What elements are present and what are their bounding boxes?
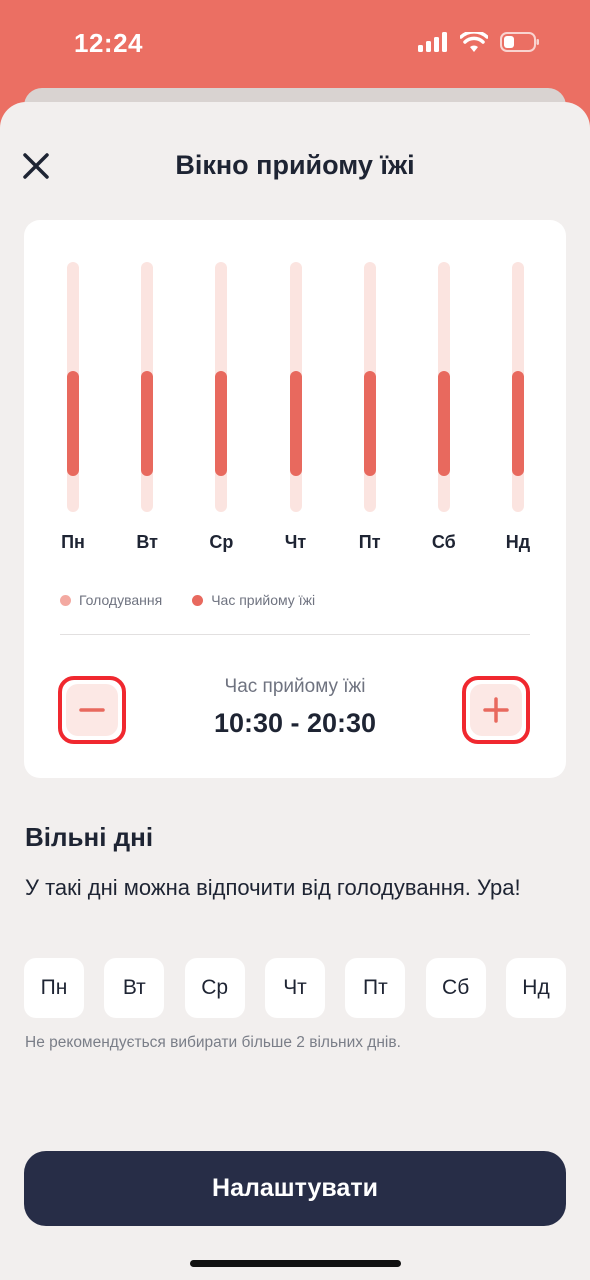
divider (60, 634, 530, 635)
free-day-chip[interactable]: Сб (425, 958, 486, 1018)
signal-icon (418, 32, 447, 52)
day-track-1 (141, 262, 154, 512)
status-bar: 12:24 (0, 0, 590, 90)
free-day-chip[interactable]: Вт (104, 958, 165, 1018)
configure-button[interactable]: Налаштувати (24, 1151, 566, 1226)
day-track-2 (215, 262, 228, 512)
chart-day-label: Сб (431, 532, 456, 552)
free-day-chip[interactable]: Пн (24, 958, 84, 1018)
chart-day-label: Чт (284, 532, 307, 552)
free-day-chip[interactable]: Ср (184, 958, 245, 1018)
day-track-4 (363, 262, 376, 512)
eating-window-bar-0 (67, 371, 79, 476)
chart-day-label: Вт (136, 532, 158, 552)
eating-window-bar-6 (512, 371, 524, 476)
eating-window-bar-4 (363, 371, 376, 476)
increase-button-inner (470, 684, 522, 736)
schedule-chart (24, 262, 566, 512)
free-day-chip[interactable]: Нд (506, 958, 566, 1018)
legend-fasting-dot (60, 594, 71, 606)
day-track-0 (67, 262, 79, 512)
legend-fasting: Голодування (60, 592, 162, 608)
increase-time-button[interactable] (462, 676, 530, 744)
status-icons (418, 32, 540, 52)
fasting-schedule-card: Пн Вт Ср Чт Пт Сб Нд Голодування Час прийому ї… (24, 220, 566, 778)
chart-day-label: Пн (61, 532, 85, 552)
battery-icon (500, 32, 539, 52)
chart-day-label: Пт (358, 532, 381, 552)
legend-fasting-label: Голодування (79, 592, 163, 608)
free-day-chip[interactable]: Пт (345, 958, 406, 1018)
plus-icon (483, 697, 509, 723)
free-days-title: Вільні дні (25, 822, 154, 852)
chart-legend: Голодування Час прийому їжі (60, 592, 315, 608)
legend-eating: Час прийому їжі (192, 592, 315, 608)
wifi-icon (460, 32, 488, 52)
eating-window-bar-5 (437, 371, 450, 476)
legend-eating-label: Час прийому їжі (211, 592, 316, 608)
free-days-note: Не рекомендується вибирати більше 2 віль… (25, 1034, 401, 1051)
home-indicator (190, 1260, 401, 1267)
day-track-6 (512, 262, 524, 512)
free-days-description: У такі дні можна відпочити від голодуван… (25, 875, 521, 900)
day-track-3 (289, 262, 302, 512)
eating-window-bar-2 (215, 371, 228, 476)
free-days-selector: Пн Вт Ср Чт Пт Сб Нд (24, 958, 566, 1018)
chart-day-label: Ср (209, 532, 234, 552)
chart-day-label: Нд (505, 532, 531, 552)
day-track-5 (437, 262, 450, 512)
legend-eating-dot (192, 594, 204, 606)
eating-window-bar-1 (141, 371, 154, 476)
eating-window-bar-3 (289, 371, 302, 476)
status-time: 12:24 (74, 28, 143, 58)
free-day-chip[interactable]: Чт (265, 958, 325, 1018)
page-title: Вікно прийому їжі (175, 150, 415, 180)
